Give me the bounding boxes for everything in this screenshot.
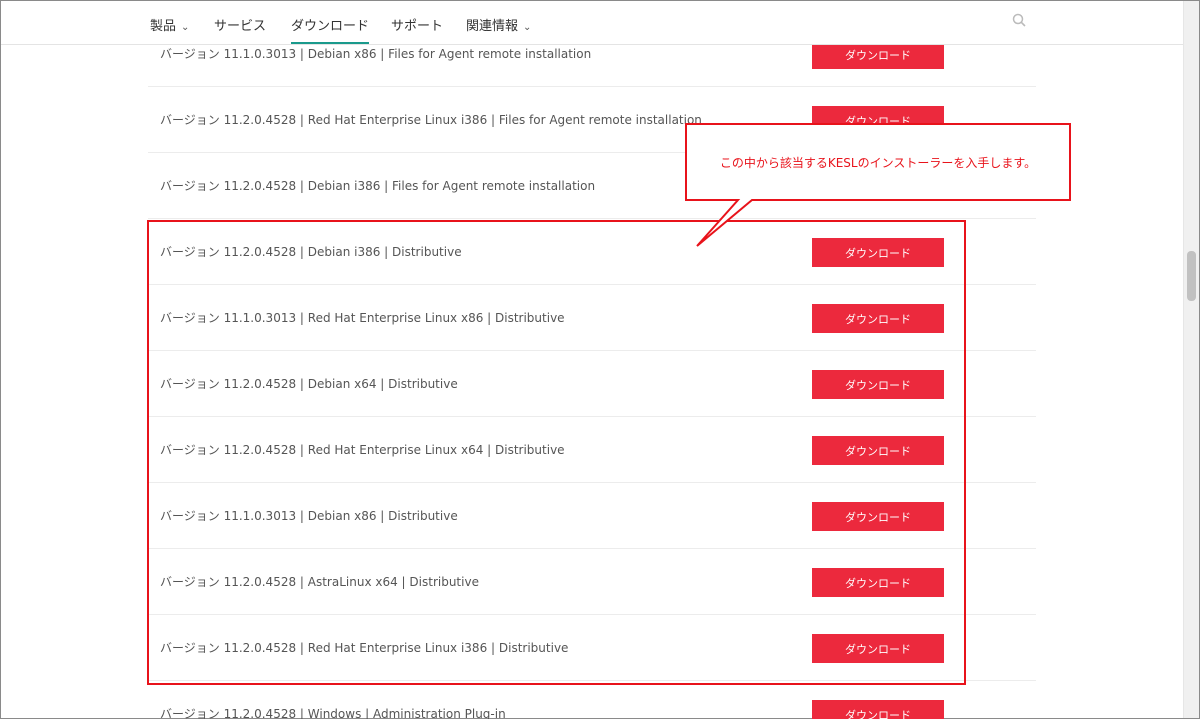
chevron-down-icon: ⌄ (181, 22, 190, 33)
vertical-scrollbar[interactable] (1183, 1, 1199, 718)
nav-item-label: サポート (391, 19, 444, 34)
nav-item-products[interactable]: 製品 ⌄ (150, 15, 189, 34)
download-row-label: バージョン 11.2.0.4528 | Red Hat Enterprise L… (160, 113, 702, 127)
download-row: バージョン 11.2.0.4528 | Windows | Administra… (148, 681, 1036, 719)
nav-item-label: 関連情報 (466, 19, 519, 34)
search-icon[interactable] (1012, 13, 1026, 27)
nav-item-services[interactable]: サービス (214, 15, 266, 34)
download-button[interactable]: ダウンロード (812, 700, 944, 719)
nav-item-label: サービス (214, 19, 267, 34)
chevron-down-icon: ⌄ (523, 22, 532, 33)
nav-item-related-info[interactable]: 関連情報 ⌄ (466, 15, 531, 34)
callout-text: この中から該当するKESLのインストーラーを入手します。 (719, 155, 1037, 170)
nav-item-support[interactable]: サポート (391, 15, 443, 34)
highlight-box (147, 220, 966, 685)
nav-item-label: ダウンロード (291, 19, 370, 34)
nav-item-label: 製品 (150, 19, 177, 34)
download-row-label: バージョン 11.2.0.4528 | Windows | Administra… (160, 707, 506, 719)
nav-item-downloads[interactable]: ダウンロード (291, 15, 370, 44)
download-row-label: バージョン 11.2.0.4528 | Debian i386 | Files … (160, 179, 596, 193)
scrollbar-thumb[interactable] (1187, 251, 1196, 301)
top-navigation: 製品 ⌄ サービス ダウンロード サポート 関連情報 ⌄ (1, 1, 1183, 45)
